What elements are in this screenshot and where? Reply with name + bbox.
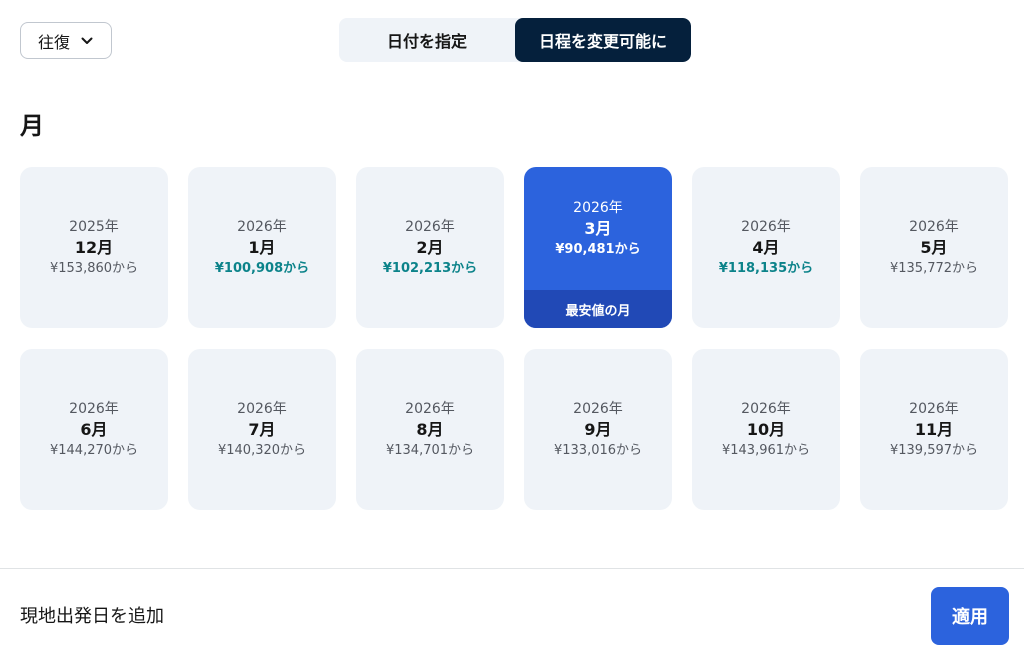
month-card-month: 9月: [584, 419, 612, 439]
month-card[interactable]: 2026年 7月 ¥140,320から: [188, 349, 336, 510]
month-card[interactable]: 2026年 1月 ¥100,908から: [188, 167, 336, 328]
date-mode-toggle: 日付を指定 日程を変更可能に: [339, 18, 691, 62]
month-card-month: 8月: [416, 419, 444, 439]
month-card-year: 2026年: [741, 400, 791, 417]
cheapest-month-badge: 最安値の月: [524, 290, 672, 328]
month-card[interactable]: 2026年 5月 ¥135,772から: [860, 167, 1008, 328]
month-card-month: 10月: [746, 419, 786, 439]
month-card-month: 6月: [80, 419, 108, 439]
month-card-price: ¥143,961から: [721, 442, 811, 458]
month-card[interactable]: 2026年 4月 ¥118,135から: [692, 167, 840, 328]
month-card[interactable]: 2025年 12月 ¥153,860から: [20, 167, 168, 328]
month-card-price: ¥153,860から: [49, 260, 139, 276]
month-card-price: ¥133,016から: [553, 442, 643, 458]
month-card-price: ¥144,270から: [49, 442, 139, 458]
month-card[interactable]: 2026年 11月 ¥139,597から: [860, 349, 1008, 510]
footer-divider: [0, 568, 1024, 569]
month-card-year: 2026年: [573, 199, 623, 216]
apply-button[interactable]: 適用: [931, 587, 1009, 645]
month-grid: 2025年 12月 ¥153,860から 2026年 1月 ¥100,908から…: [20, 167, 1008, 510]
month-card-year: 2026年: [909, 400, 959, 417]
month-card-price: ¥140,320から: [217, 442, 307, 458]
month-card-year: 2026年: [405, 218, 455, 235]
month-card-month: 1月: [248, 237, 276, 257]
month-card-month: 4月: [752, 237, 780, 257]
month-card-price: ¥135,772から: [889, 260, 979, 276]
month-card[interactable]: 2026年 9月 ¥133,016から: [524, 349, 672, 510]
month-card-month: 12月: [74, 237, 114, 257]
section-title: 月: [20, 112, 44, 140]
month-card[interactable]: 2026年 8月 ¥134,701から: [356, 349, 504, 510]
month-card-month: 2月: [416, 237, 444, 257]
month-card[interactable]: 2026年 6月 ¥144,270から: [20, 349, 168, 510]
month-card-month: 3月: [584, 218, 612, 238]
add-local-departure-link[interactable]: 現地出発日を追加: [20, 602, 164, 628]
month-card-price: ¥102,213から: [382, 260, 478, 276]
month-card-year: 2026年: [237, 218, 287, 235]
month-card-year: 2026年: [69, 400, 119, 417]
chevron-down-icon: [81, 37, 93, 44]
month-card-price: ¥139,597から: [889, 442, 979, 458]
month-card-month: 7月: [248, 419, 276, 439]
trip-type-label: 往復: [37, 32, 70, 52]
month-card-price: ¥100,908から: [214, 260, 310, 276]
month-card-year: 2026年: [405, 400, 455, 417]
month-card-price: ¥118,135から: [718, 260, 814, 276]
month-card-year: 2026年: [909, 218, 959, 235]
month-card-price: ¥90,481から: [555, 241, 641, 257]
month-card-year: 2025年: [69, 218, 119, 235]
month-card-price: ¥134,701から: [385, 442, 475, 458]
month-card-year: 2026年: [573, 400, 623, 417]
tab-flexible-dates[interactable]: 日程を変更可能に: [515, 18, 691, 62]
month-card[interactable]: 2026年 10月 ¥143,961から: [692, 349, 840, 510]
month-card-year: 2026年: [741, 218, 791, 235]
month-card[interactable]: 2026年 2月 ¥102,213から: [356, 167, 504, 328]
month-picker-panel: 往復 日付を指定 日程を変更可能に 月 2025年 12月 ¥153,860から…: [0, 0, 1024, 649]
tab-specific-dates[interactable]: 日付を指定: [339, 18, 515, 62]
month-card-month: 5月: [920, 237, 948, 257]
trip-type-dropdown[interactable]: 往復: [20, 22, 112, 59]
month-card-selected[interactable]: 2026年 3月 ¥90,481から 最安値の月: [524, 167, 672, 328]
month-card-year: 2026年: [237, 400, 287, 417]
month-card-month: 11月: [914, 419, 954, 439]
